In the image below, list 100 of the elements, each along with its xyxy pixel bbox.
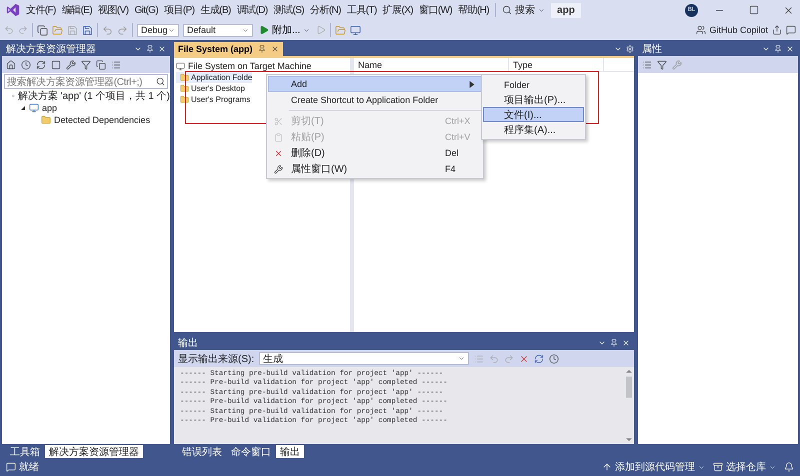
new-item-icon[interactable]	[37, 24, 48, 36]
comment-icon	[6, 462, 16, 472]
menu-item[interactable]: 文件(F)	[26, 3, 56, 17]
copilot-button[interactable]: GitHub Copilot	[696, 25, 768, 35]
filter-icon[interactable]	[81, 60, 91, 70]
logo-icon	[6, 3, 20, 17]
menu-item[interactable]: 帮助(H)	[458, 3, 490, 17]
start-icon[interactable]	[316, 25, 326, 35]
clock-icon[interactable]	[549, 354, 560, 364]
tree-item[interactable]: File System on Target Machine	[188, 61, 312, 71]
column-header[interactable]: Name	[354, 58, 509, 71]
menu-item[interactable]: 视图(V)	[98, 3, 128, 17]
search-field[interactable]: 搜索解决方案资源管理器(Ctrl+;)	[4, 74, 168, 89]
settings-icon[interactable]	[626, 45, 634, 53]
pin-icon[interactable]	[146, 45, 154, 53]
status-text: 就绪	[6, 460, 39, 474]
pin-icon[interactable]	[610, 339, 618, 347]
tree-item[interactable]: 解决方案 'app' (1 个项目，共 1 个)	[18, 89, 170, 103]
menu-item[interactable]: 工具(T)	[346, 3, 377, 17]
home-icon[interactable]	[6, 60, 16, 70]
tree-item[interactable]: User's Programs	[191, 95, 250, 104]
close-icon[interactable]	[158, 45, 166, 53]
caret-icon	[168, 26, 175, 34]
search-icon	[502, 5, 512, 15]
arrow-up-icon	[602, 462, 612, 472]
folder-icon	[41, 115, 51, 125]
close-icon	[270, 45, 279, 53]
tree-item[interactable]: app	[42, 103, 58, 113]
menu-item[interactable]: Create Shortcut to Application Folder	[268, 92, 482, 108]
dropdown-icon[interactable]	[614, 45, 622, 53]
menu-item[interactable]: 项目输出(P)...	[483, 92, 584, 107]
menu-item[interactable]: 编辑(E)	[62, 3, 92, 17]
categorized-icon[interactable]	[642, 60, 652, 70]
play-icon	[259, 25, 269, 35]
expanded-arrow-icon[interactable]	[20, 105, 26, 111]
close-icon[interactable]	[786, 45, 794, 53]
maximize-icon[interactable]	[749, 5, 759, 15]
project-name: app	[551, 2, 581, 18]
notification-icon[interactable]	[784, 462, 794, 472]
clipboard-icon	[274, 132, 282, 142]
menu-item[interactable]: 属性窗口(W) F4	[268, 161, 482, 177]
search-button[interactable]: 搜索	[502, 3, 546, 17]
menu-item[interactable]: Git(G)	[134, 4, 158, 16]
menu-item[interactable]: 调试(D)	[236, 3, 268, 17]
column-header[interactable]: Type	[509, 58, 604, 71]
copy-icon[interactable]	[96, 60, 106, 70]
dropdown-icon[interactable]	[134, 45, 142, 53]
share-icon[interactable]	[772, 25, 782, 35]
menu-item[interactable]: 项目(P)	[164, 3, 194, 17]
tree-item[interactable]: Detected Dependencies	[54, 115, 150, 125]
search-icon	[156, 77, 165, 86]
menu-item[interactable]: 生成(B)	[200, 3, 231, 17]
source-dropdown[interactable]: 生成	[259, 352, 470, 365]
panel-tab[interactable]: 输出	[276, 445, 304, 458]
properties-icon[interactable]	[66, 60, 76, 70]
source-control-button[interactable]: 添加到源代码管理	[602, 460, 705, 474]
menu-item[interactable]: 程序集(A)...	[483, 122, 584, 137]
attach-button[interactable]: 附加...	[257, 23, 312, 37]
panel-title: 输出	[178, 336, 198, 350]
history-icon[interactable]	[21, 60, 31, 70]
collapse-icon[interactable]	[51, 60, 61, 70]
clear-icon[interactable]	[519, 354, 530, 364]
platform-dropdown[interactable]: Default	[183, 24, 253, 36]
source-label: 显示输出来源(S):	[178, 352, 254, 366]
caret-icon	[303, 26, 310, 34]
menu-item[interactable]: 窗口(W)	[419, 3, 452, 17]
window-icon[interactable]	[350, 24, 362, 36]
dropdown-icon[interactable]	[762, 45, 770, 53]
people-icon	[696, 25, 706, 35]
menu-item[interactable]: Folder	[483, 77, 584, 92]
repository-button[interactable]: 选择仓库	[713, 460, 776, 474]
menu-item[interactable]: 文件(I)...	[483, 107, 584, 122]
caret-icon	[242, 26, 249, 34]
menu-item[interactable]: 删除(D) Del	[268, 145, 482, 161]
configuration-dropdown[interactable]: Debug	[137, 24, 179, 36]
tree-item[interactable]: User's Desktop	[191, 84, 245, 93]
computer-icon	[176, 62, 185, 70]
feedback-icon[interactable]	[786, 25, 796, 35]
sync-icon[interactable]	[36, 60, 46, 70]
folder-icon	[180, 95, 189, 104]
menu-item[interactable]: 分析(N)	[310, 3, 341, 17]
pin-icon[interactable]	[774, 45, 782, 53]
caret-icon	[769, 464, 776, 470]
close-icon[interactable]	[622, 339, 630, 347]
list-icon[interactable]	[111, 60, 121, 70]
document-tab[interactable]: File System (app)	[174, 42, 283, 56]
menu-item[interactable]: 扩展(X)	[382, 3, 414, 17]
caret-icon	[698, 464, 705, 470]
project-icon	[29, 103, 39, 113]
menu-item[interactable]: Add	[268, 76, 482, 92]
panel-tab[interactable]: 解决方案资源管理器	[45, 445, 143, 458]
scrollbar[interactable]	[624, 367, 634, 444]
save-all-icon[interactable]	[82, 24, 93, 36]
menu-item[interactable]: 测试(S)	[274, 3, 304, 17]
sort-icon[interactable]	[657, 60, 667, 70]
dropdown-icon[interactable]	[598, 339, 606, 347]
folder-icon	[180, 84, 189, 93]
word-wrap-icon[interactable]	[534, 354, 544, 364]
close-icon[interactable]	[783, 4, 794, 16]
delete-icon	[274, 148, 282, 158]
